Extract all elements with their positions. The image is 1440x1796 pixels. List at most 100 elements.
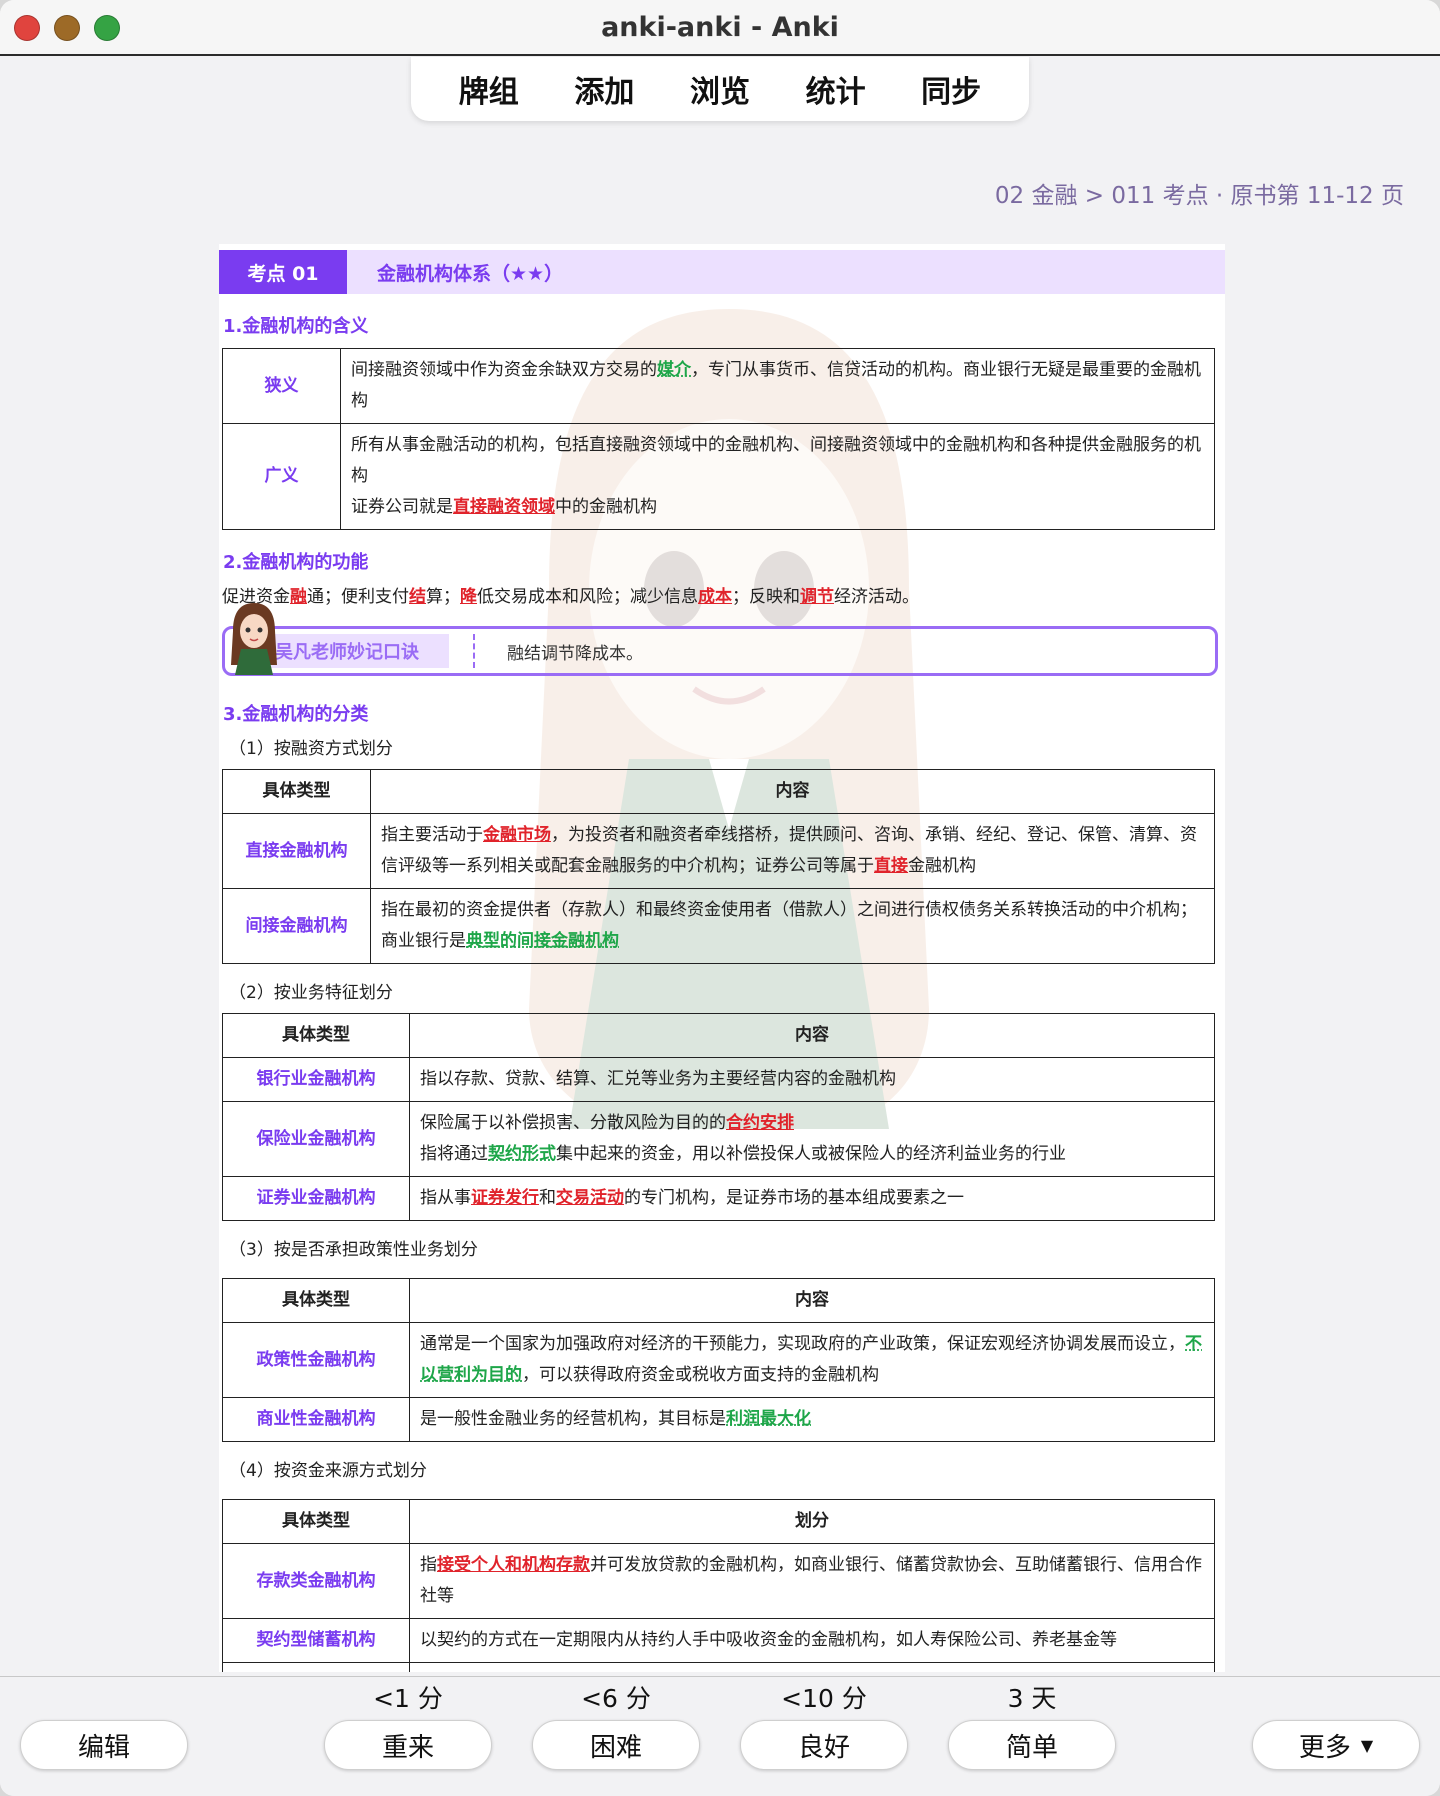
- group-3-subtitle: （3）按是否承担政策性业务划分: [229, 1240, 478, 1260]
- row-key: 存款类金融机构: [222, 1543, 410, 1619]
- text-run: 保险属于以补偿损害、分散风险为目的的: [420, 1113, 726, 1133]
- table-row: 狭义 间接融资领域中作为资金余缺双方交易的媒介，专门从事货币、信贷活动的机构。商…: [222, 348, 1215, 424]
- hard-button[interactable]: 困难: [532, 1720, 700, 1770]
- chevron-down-icon: ▼: [1360, 1735, 1374, 1755]
- hard-interval: <6 分: [581, 1684, 651, 1713]
- row-value: 通常是一个国家为加强政府对经济的干预能力，实现政府的产业政策，保证宏观经济协调发…: [409, 1322, 1215, 1398]
- table-header-row: 具体类型 内容: [222, 1278, 1215, 1323]
- highlight-red: 直接融资领域: [453, 497, 555, 517]
- definition-table: 狭义 间接融资领域中作为资金余缺双方交易的媒介，专门从事货币、信贷活动的机构。商…: [222, 348, 1215, 530]
- again-button[interactable]: 重来: [324, 1720, 492, 1770]
- highlight-green: 典型的间接金融机构: [466, 931, 619, 951]
- text-run: 集中起来的资金，用以补偿投保人或被保险人的经济利益业务的行业: [556, 1144, 1066, 1164]
- table-header-row: 具体类型 内容: [222, 769, 1215, 814]
- text-run: 指将通过: [420, 1144, 488, 1164]
- table-row: 政策性金融机构 通常是一个国家为加强政府对经济的干预能力，实现政府的产业政策，保…: [222, 1322, 1215, 1398]
- card-content: 考点 01 金融机构体系（★★） 1.金融机构的含义 狭义 间接融资领域中作为资…: [219, 244, 1225, 1672]
- section-3-title: 3.金融机构的分类: [223, 704, 369, 725]
- highlight-red: 直接: [874, 856, 908, 876]
- answer-bar: <1 分 <6 分 <10 分 3 天 编辑 重来 困难 良好 简单 更多 ▼: [0, 1676, 1440, 1796]
- row-value: 间接融资领域中作为资金余缺双方交易的媒介，专门从事货币、信贷活动的机构。商业银行…: [340, 348, 1215, 424]
- text-run: 指: [420, 1555, 437, 1575]
- text-run: 以契约的方式在一定期限内从持约人手中吸收资金的金融机构，如人寿保险公司、养老基金…: [420, 1630, 1117, 1650]
- column-header: 内容: [370, 769, 1215, 814]
- text-run: 通；便利支付: [307, 587, 409, 607]
- classification-table-4: 具体类型 划分 存款类金融机构 指接受个人和机构存款并可发放贷款的金融机构，如商…: [222, 1499, 1215, 1672]
- table-row: 保险业金融机构 保险属于以补偿损害、分散风险为目的的合约安排 指将通过契约形式集中…: [222, 1101, 1215, 1177]
- nav-stats[interactable]: 统计: [806, 67, 866, 111]
- nav-add[interactable]: 添加: [574, 67, 634, 111]
- top-toolbar: 牌组 添加 浏览 统计 同步: [411, 57, 1029, 121]
- table-row: 商业性金融机构 是一般性金融业务的经营机构，其目标是利润最大化: [222, 1397, 1215, 1442]
- row-key: 投资性金融机构: [222, 1662, 410, 1672]
- column-header: 具体类型: [222, 1499, 410, 1544]
- column-header: 内容: [409, 1278, 1215, 1323]
- edit-button[interactable]: 编辑: [20, 1720, 188, 1770]
- function-paragraph: 促进资金融通；便利支付结算；降低交易成本和风险；减少信息成本；反映和调节经济活动…: [222, 584, 1225, 610]
- mnemonic-text: 融结调节降成本。: [507, 643, 643, 664]
- highlight-red: 融: [290, 587, 307, 607]
- column-header: 具体类型: [222, 1013, 410, 1058]
- mnemonic-label: 吴凡老师妙记口诀: [269, 634, 449, 668]
- highlight-red: 降: [460, 587, 477, 607]
- row-key: 商业性金融机构: [222, 1397, 410, 1442]
- highlight-red: 结: [409, 587, 426, 607]
- row-value: 指接受个人和机构存款并可发放贷款的金融机构，如商业银行、储蓄贷款协会、互助储蓄银…: [409, 1543, 1215, 1619]
- text-run: 证券公司就是: [351, 497, 453, 517]
- column-header: 具体类型: [222, 769, 371, 814]
- row-key: 狭义: [222, 348, 341, 424]
- title-bar: anki-anki - Anki: [0, 0, 1440, 56]
- row-value: 所有从事金融活动的机构，包括直接融资领域中的金融机构、间接融资领域中的金融机构和…: [340, 423, 1215, 530]
- row-value: 指主要活动于金融市场，为投资者和融资者牵线搭桥，提供顾问、咨询、承销、经纪、登记…: [370, 813, 1215, 889]
- good-interval: <10 分: [781, 1684, 867, 1713]
- nav-browse[interactable]: 浏览: [690, 67, 750, 111]
- section-1-title: 1.金融机构的含义: [223, 316, 369, 337]
- row-value: 是一般性金融业务的经营机构，其目标是利润最大化: [409, 1397, 1215, 1442]
- text-run: 金融机构: [908, 856, 976, 876]
- group-2-subtitle: （2）按业务特征划分: [229, 983, 393, 1003]
- group-1-subtitle: （1）按融资方式划分: [229, 739, 393, 759]
- topic-header: 考点 01 金融机构体系（★★）: [219, 250, 1225, 294]
- highlight-green: 契约形式: [488, 1144, 556, 1164]
- text-run: 间接融资领域中作为资金余缺双方交易的: [351, 360, 657, 380]
- section-2-title: 2.金融机构的功能: [223, 552, 369, 573]
- table-row: 契约型储蓄机构 以契约的方式在一定期限内从持约人手中吸收资金的金融机构，如人寿保…: [222, 1618, 1215, 1663]
- text-run: 经济活动。: [834, 587, 919, 607]
- table-header-row: 具体类型 内容: [222, 1013, 1215, 1058]
- good-button[interactable]: 良好: [740, 1720, 908, 1770]
- row-key: 间接金融机构: [222, 888, 371, 964]
- highlight-green: 利润最大化: [726, 1409, 811, 1429]
- topic-tag: 考点 01: [219, 250, 347, 294]
- mnemonic-box: 吴凡老师妙记口诀 融结调节降成本。: [222, 603, 1218, 676]
- highlight-red: 交易活动: [556, 1188, 624, 1208]
- classification-table-1: 具体类型 内容 直接金融机构 指主要活动于金融市场，为投资者和融资者牵线搭桥，提…: [222, 769, 1215, 964]
- row-key: 保险业金融机构: [222, 1101, 410, 1177]
- row-value: 保险属于以补偿损害、分散风险为目的的合约安排 指将通过契约形式集中起来的资金，用以…: [409, 1101, 1215, 1177]
- teacher-avatar-icon: [231, 603, 277, 675]
- more-button[interactable]: 更多 ▼: [1252, 1720, 1420, 1770]
- nav-decks[interactable]: 牌组: [459, 67, 519, 111]
- breadcrumb: 02 金融 > 011 考点 · 原书第 11-12 页: [994, 183, 1404, 209]
- classification-table-3: 具体类型 内容 政策性金融机构 通常是一个国家为加强政府对经济的干预能力，实现政…: [222, 1278, 1215, 1442]
- column-header: 具体类型: [222, 1278, 410, 1323]
- highlight-red: 接受个人和机构存款: [437, 1555, 590, 1575]
- table-row: 银行业金融机构 指以存款、贷款、结算、汇兑等业务为主要经营内容的金融机构: [222, 1057, 1215, 1102]
- row-key: 广义: [222, 423, 341, 530]
- easy-button[interactable]: 简单: [948, 1720, 1116, 1770]
- table-row: 证券业金融机构 指从事证券发行和交易活动的专门机构，是证券市场的基本组成要素之一: [222, 1176, 1215, 1221]
- text-run: 中的金融机构: [555, 497, 657, 517]
- highlight-red: 调节: [800, 587, 834, 607]
- text-run: ，可以获得政府资金或税收方面支持的金融机构: [522, 1365, 879, 1385]
- text-run: 算；: [426, 587, 460, 607]
- highlight-green: 媒介: [657, 360, 691, 380]
- topic-title: 金融机构体系（★★）: [377, 262, 564, 285]
- classification-table-2: 具体类型 内容 银行业金融机构 指以存款、贷款、结算、汇兑等业务为主要经营内容的…: [222, 1013, 1215, 1221]
- text-run: 指主要活动于: [381, 825, 483, 845]
- text-run: 所有从事金融活动的机构，包括直接融资领域中的金融机构、间接融资领域中的金融机构和…: [351, 435, 1201, 486]
- table-row: 投资性金融机构 以投资活动为主要目的的筹措资金来源，如金融公司、共同基金、货币市…: [222, 1662, 1215, 1672]
- row-value: 以投资活动为主要目的的筹措资金来源，如金融公司、共同基金、货币市场基金等: [409, 1662, 1215, 1672]
- table-row: 广义 所有从事金融活动的机构，包括直接融资领域中的金融机构、间接融资领域中的金融…: [222, 423, 1215, 530]
- nav-sync[interactable]: 同步: [921, 67, 981, 111]
- text-run: 低交易成本和风险；减少信息: [477, 587, 698, 607]
- window-title: anki-anki - Anki: [601, 12, 839, 43]
